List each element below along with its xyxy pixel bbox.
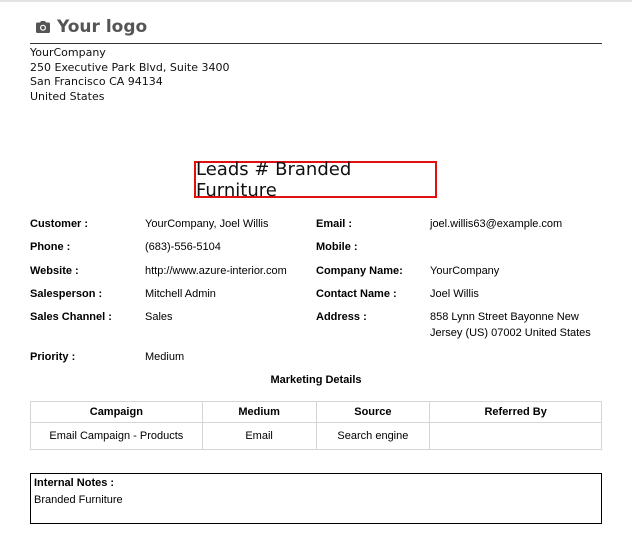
address-line-2: Jersey (US) 07002 United States [430,326,591,339]
email-label: Email : [316,218,353,230]
marketing-header-row: Campaign Medium Source Referred By [30,401,602,423]
mobile-label: Mobile : [316,241,358,253]
company-name: YourCompany [30,46,106,59]
priority-value: Medium [145,351,185,363]
address-line-1: 858 Lynn Street Bayonne New [430,311,579,323]
sales-channel-label: Sales Channel : [30,311,112,323]
internal-notes-box: Internal Notes : Branded Furniture [30,473,602,524]
contact-name-value: Joel Willis [430,288,479,300]
page-top-border [0,0,632,2]
internal-notes-value: Branded Furniture [34,494,123,506]
lead-title: Leads # Branded Furniture [194,158,437,201]
source-cell: Search engine [315,422,431,450]
address-label: Address : [316,311,367,323]
logo-text: Your logo [57,17,148,37]
header-campaign: Campaign [30,401,203,423]
contact-name-label: Contact Name : [316,288,397,300]
internal-notes-label: Internal Notes : [34,477,115,489]
salesperson-value: Mitchell Admin [145,288,216,300]
company-street: 250 Executive Park Blvd, Suite 3400 [30,60,230,74]
header-referred-by: Referred By [429,401,602,423]
phone-label: Phone : [30,241,71,253]
email-value: joel.willis63@example.com [430,218,563,230]
customer-value: YourCompany, Joel Willis [145,218,269,230]
website-label: Website : [30,265,79,277]
company-logo: Your logo [36,17,147,37]
address-value: 858 Lynn Street Bayonne New Jersey (US) … [430,310,591,341]
company-name-value: YourCompany [430,265,500,277]
company-name-label: Company Name: [316,265,403,277]
website-value: http://www.azure-interior.com [145,265,287,277]
company-city: San Francisco CA 94134 [30,75,163,88]
campaign-cell: Email Campaign - Products [30,422,203,450]
lead-title-text: Leads # Branded Furniture [196,158,352,201]
phone-value: (683)-556-5104 [145,241,221,253]
medium-cell: Email [201,422,317,450]
table-row: Email Campaign - Products Email Search e… [30,422,602,450]
referred-by-cell [429,422,602,450]
marketing-details-title: Marketing Details [270,374,362,386]
marketing-table: Campaign Medium Source Referred By Email… [30,401,602,450]
company-address: YourCompany 250 Executive Park Blvd, Sui… [30,46,229,104]
header-source: Source [315,401,431,423]
company-country: United States [30,89,105,103]
customer-label: Customer : [30,218,89,230]
sales-channel-value: Sales [145,311,173,323]
header-medium: Medium [201,401,317,423]
header-divider [30,43,602,44]
salesperson-label: Salesperson : [30,288,103,300]
priority-label: Priority : [30,351,76,363]
camera-icon [36,21,50,33]
